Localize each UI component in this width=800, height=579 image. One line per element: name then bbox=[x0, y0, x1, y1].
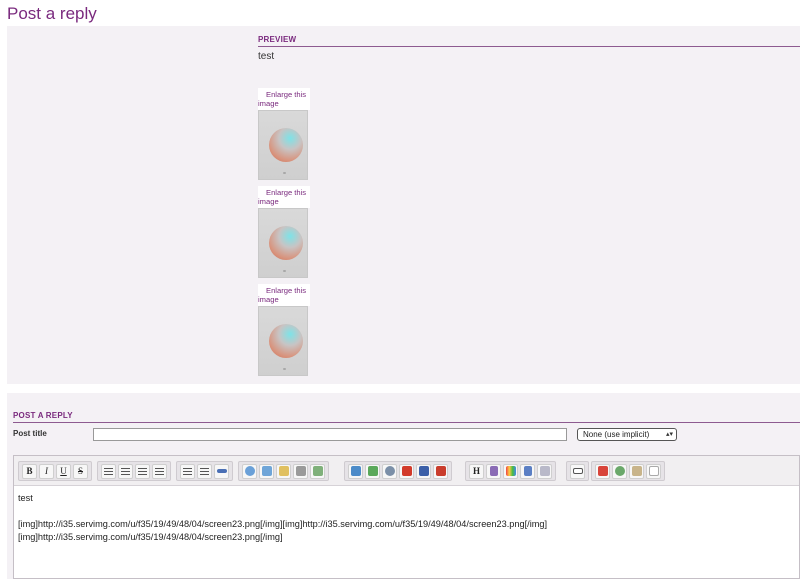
hide-icon[interactable] bbox=[293, 463, 308, 479]
strikethrough-button[interactable]: S bbox=[73, 463, 88, 479]
preview-image[interactable] bbox=[258, 208, 308, 278]
youtube-icon[interactable] bbox=[399, 463, 414, 479]
align-left-icon[interactable] bbox=[101, 463, 116, 479]
font-family-icon[interactable] bbox=[520, 463, 535, 479]
enlarge-image-link[interactable]: Enlarge this image bbox=[258, 284, 310, 306]
paste-icon[interactable] bbox=[629, 463, 644, 479]
underline-button[interactable]: U bbox=[56, 463, 71, 479]
date-icon[interactable] bbox=[595, 463, 610, 479]
horizontal-rule-icon[interactable] bbox=[214, 463, 229, 479]
preview-image-block: Enlarge this image bbox=[258, 186, 310, 278]
toolbar-group-text-style: B I U S bbox=[18, 461, 92, 481]
toolbar-group-more bbox=[566, 461, 589, 481]
enlarge-image-link[interactable]: Enlarge this image bbox=[258, 88, 310, 110]
link-icon[interactable] bbox=[382, 463, 397, 479]
table-icon[interactable] bbox=[310, 463, 325, 479]
orb-graphic bbox=[269, 128, 303, 162]
align-justify-icon[interactable] bbox=[152, 463, 167, 479]
preview-image[interactable] bbox=[258, 306, 308, 376]
editor-text-area[interactable]: test [img]http://i35.servimg.com/u/f35/1… bbox=[18, 492, 547, 544]
toolbar-group-align bbox=[97, 461, 171, 481]
font-size-icon[interactable] bbox=[486, 463, 501, 479]
toolbar-group-insert bbox=[238, 461, 329, 481]
post-title-label: Post title bbox=[13, 429, 47, 438]
source-mode-icon[interactable] bbox=[646, 463, 661, 479]
message-editor[interactable]: B I U S H test [img]http://i35.servimg.c… bbox=[13, 455, 800, 579]
bullet-list-icon[interactable] bbox=[180, 463, 195, 479]
color-icon[interactable] bbox=[503, 463, 518, 479]
align-center-icon[interactable] bbox=[118, 463, 133, 479]
page-title: Post a reply bbox=[7, 4, 97, 23]
reply-panel: POST A REPLY Post title None (use implic… bbox=[7, 393, 800, 579]
add-icon[interactable] bbox=[612, 463, 627, 479]
more-options-icon[interactable] bbox=[570, 463, 585, 479]
preview-panel: PREVIEW test Enlarge this image Enlarge … bbox=[7, 26, 800, 384]
post-title-input[interactable] bbox=[93, 428, 567, 441]
spoiler-icon[interactable] bbox=[276, 463, 291, 479]
align-right-icon[interactable] bbox=[135, 463, 150, 479]
flash-icon[interactable] bbox=[433, 463, 448, 479]
preview-heading: PREVIEW bbox=[258, 35, 800, 47]
orb-graphic bbox=[269, 226, 303, 260]
preview-image-block: Enlarge this image bbox=[258, 284, 310, 376]
preview-text: test bbox=[258, 51, 275, 62]
italic-button[interactable]: I bbox=[39, 463, 54, 479]
toolbar-group-media bbox=[344, 461, 452, 481]
toolbar-group-extras bbox=[591, 461, 665, 481]
code-icon[interactable] bbox=[259, 463, 274, 479]
preview-image-block: Enlarge this image bbox=[258, 88, 310, 180]
dailymotion-icon[interactable] bbox=[416, 463, 431, 479]
reply-heading: POST A REPLY bbox=[13, 411, 800, 423]
toolbar-group-font: H bbox=[465, 461, 556, 481]
post-icon-select[interactable]: None (use implicit) ▴▾ bbox=[577, 428, 677, 441]
numbered-list-icon[interactable] bbox=[197, 463, 212, 479]
editor-toolbar: B I U S H bbox=[14, 456, 799, 486]
host-image-icon[interactable] bbox=[365, 463, 380, 479]
image-icon[interactable] bbox=[348, 463, 363, 479]
select-arrow-icon: ▴▾ bbox=[665, 431, 673, 438]
remove-format-icon[interactable] bbox=[537, 463, 552, 479]
bold-button[interactable]: B bbox=[22, 463, 37, 479]
quote-icon[interactable] bbox=[242, 463, 257, 479]
toolbar-group-lists bbox=[176, 461, 233, 481]
heading-button[interactable]: H bbox=[469, 463, 484, 479]
enlarge-image-link[interactable]: Enlarge this image bbox=[258, 186, 310, 208]
preview-image[interactable] bbox=[258, 110, 308, 180]
orb-graphic bbox=[269, 324, 303, 358]
